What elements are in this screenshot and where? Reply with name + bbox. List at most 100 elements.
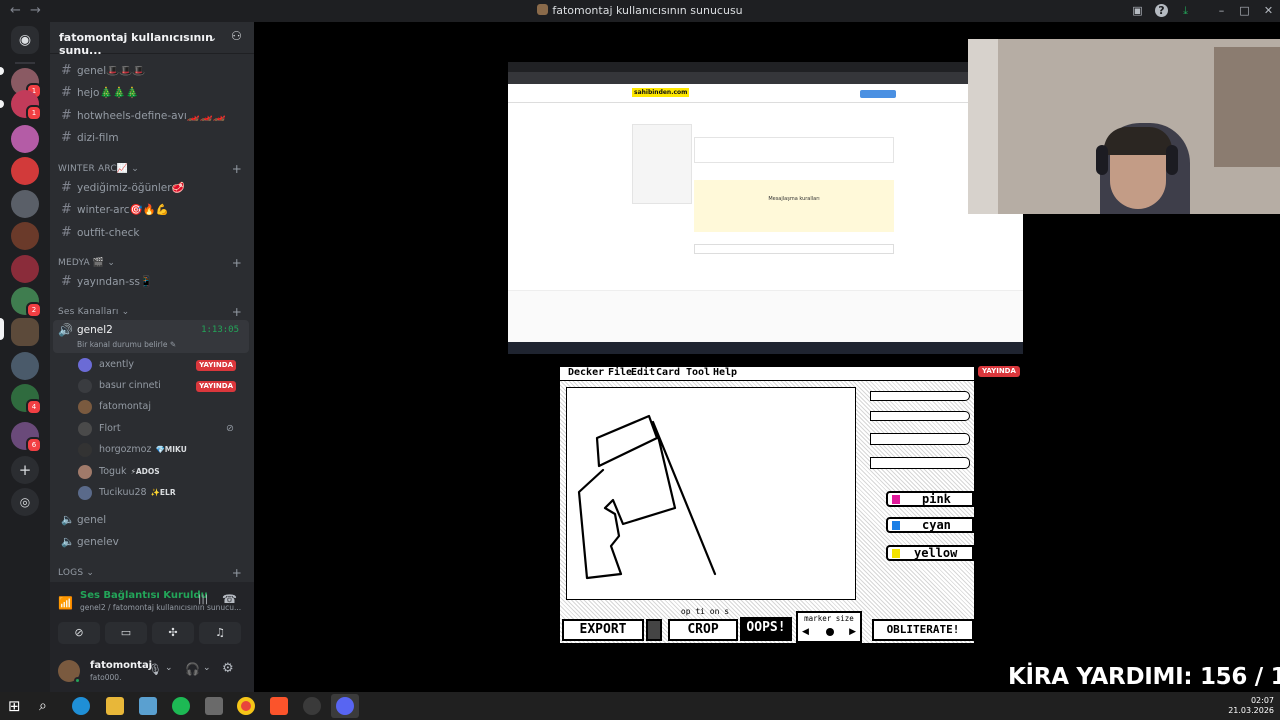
voice-user-horgozmoz[interactable]: horgozmoz 💎MIKU [78,440,246,460]
channel-yedigimiz[interactable]: # yediğimiz-öğünler🥩 [58,178,246,198]
brave-icon[interactable] [270,697,288,715]
system-clock[interactable]: 02:07 21.03.2026 [1228,696,1274,716]
chevron-down-icon[interactable]: ⌄ [203,663,211,673]
channel-yayindan-ss[interactable]: # yayından-ss📱 [58,272,246,292]
user-name[interactable]: fatomontaj [90,660,152,671]
server-icon-current[interactable] [11,318,39,346]
menu-file[interactable]: File [608,367,632,378]
pen-tool-1[interactable] [870,391,970,401]
start-icon[interactable]: ⊞ [8,697,26,715]
maximize-icon[interactable]: □ [1238,4,1251,17]
server-icon-10[interactable]: 4 [11,384,42,415]
marker-size-control[interactable]: marker size ◀ ▶ [796,611,862,643]
marker-pink[interactable]: pink [886,491,974,507]
chrome-icon[interactable] [237,697,255,715]
marker-yellow[interactable]: yellow [886,545,974,561]
voice-user-basur[interactable]: basur cinneti YAYINDA [78,376,246,396]
gear-icon[interactable]: ⚙ [222,661,234,676]
discord-home-icon[interactable]: ◉ [11,26,39,54]
server-icon-9[interactable] [11,352,39,380]
decrease-icon[interactable]: ◀ [802,627,809,637]
voice-channel-genelev[interactable]: 🔈 genelev [58,532,246,552]
screen-share-button[interactable]: ▭ [105,622,147,644]
app-icon[interactable] [139,697,157,715]
search-icon[interactable]: ⌕ [39,697,57,715]
add-channel-icon[interactable]: + [232,162,242,176]
explore-icon[interactable]: ◎ [11,488,39,516]
pen-tool-2[interactable] [870,411,970,421]
connection-detail[interactable]: genel2 / fatomontaj kullanıcısının sunuc… [80,603,241,612]
calculator-icon[interactable] [205,697,223,715]
voice-user-axently[interactable]: axently YAYINDA [78,355,246,375]
shared-screen-stream[interactable]: sahibinden.com Mesajlaşma kuralları [508,62,1023,354]
menu-help[interactable]: Help [713,367,737,378]
server-icon-4[interactable] [11,157,39,185]
pen-tool-4[interactable] [870,457,970,469]
marker-cyan[interactable]: cyan [886,517,974,533]
channel-winter-arc[interactable]: # winter-arc🎯🔥💪 [58,200,246,220]
decker-stream[interactable]: Decker File Edit Card Tool Help pink cya… [560,367,974,643]
channel-hejo[interactable]: # hejo🎄🎄🎄 [58,83,246,103]
chevron-down-icon[interactable]: ⌄ [165,663,173,673]
headphones-icon[interactable]: 🎧 [185,662,200,676]
server-icon-8[interactable]: 2 [11,287,42,318]
soundboard-button[interactable]: ♫ [199,622,241,644]
crop-button[interactable]: CROP [668,619,738,641]
live-badge[interactable]: YAYINDA [196,360,236,371]
edge-icon[interactable] [72,697,90,715]
camera-toggle-button[interactable]: ⊘ [58,622,100,644]
options-label[interactable]: op ti on s [672,607,738,619]
download-icon[interactable]: ⤓ [1179,4,1192,17]
server-header[interactable]: fatomontaj kullanıcısının sunu... ⌄ ⚇ [50,22,254,57]
category-logs[interactable]: LOGS ⌄ + [58,566,246,580]
voice-user-tucikuu28[interactable]: Tucikuu28 ✨ELR [78,483,246,503]
channel-genel[interactable]: # genel🎩🎩🎩 [58,61,246,81]
drawing-canvas[interactable] [566,387,856,600]
export-button[interactable]: EXPORT [562,619,644,641]
inbox-icon[interactable]: ▣ [1131,4,1144,17]
category-voice[interactable]: Ses Kanalları ⌄ + [58,305,246,319]
server-icon-5[interactable] [11,190,39,218]
menu-tool[interactable]: Tool [686,367,710,378]
add-channel-icon[interactable]: + [232,566,242,580]
microphone-icon[interactable]: 🎙 [148,663,162,676]
voice-user-fatomontaj[interactable]: fatomontaj [78,397,246,417]
connection-status[interactable]: Ses Bağlantısı Kuruldu [80,590,208,601]
server-icon-6[interactable] [11,222,39,250]
category-medya[interactable]: MEDYA 🎬 ⌄ + [58,256,246,270]
channel-status[interactable]: Bir kanal durumu belirle ✎ [77,340,176,349]
noise-suppression-icon[interactable]: ||| [198,594,208,605]
disconnect-icon[interactable]: ☎ [222,592,237,606]
voice-channel-genel[interactable]: 🔈 genel [58,510,246,530]
category-winter[interactable]: WINTER ARC📈 ⌄ + [58,162,246,176]
server-icon-11[interactable]: 6 [11,422,42,453]
minimize-icon[interactable]: – [1215,4,1228,17]
menu-card[interactable]: Card [656,367,680,378]
signal-icon[interactable]: 📶 [58,596,73,610]
add-server-icon[interactable]: + [11,456,39,484]
activities-button[interactable]: ✣ [152,622,194,644]
server-icon-3[interactable] [11,125,39,153]
voice-channel-genel2[interactable]: 🔊 genel2 1:13:05 Bir kanal durumu belirl… [53,320,249,353]
file-explorer-icon[interactable] [106,697,124,715]
server-icon-2[interactable]: 1 [11,90,42,121]
pen-tool-3[interactable] [870,433,970,445]
voice-user-toguk[interactable]: Toguk ⚡ADOS [78,462,246,482]
channel-outfit-check[interactable]: # outfit-check [58,223,246,243]
server-icon-7[interactable] [11,255,39,283]
menu-decker[interactable]: Decker [568,367,604,378]
discord-taskbar-active[interactable] [331,694,359,718]
channel-dizi-film[interactable]: # dizi-film [58,128,246,148]
channel-hotwheels[interactable]: # hotwheels-define-avı🏎️🏎️🏎️ [58,106,246,126]
add-channel-icon[interactable]: + [232,256,242,270]
oops-button[interactable]: OOPS! [740,617,792,641]
chevron-down-icon[interactable]: ⌄ [208,31,217,44]
trash-icon[interactable] [646,619,662,641]
webcam-stream[interactable] [968,39,1280,214]
close-icon[interactable]: ✕ [1262,4,1275,17]
add-channel-icon[interactable]: + [232,305,242,319]
live-badge[interactable]: YAYINDA [196,381,236,392]
help-icon[interactable]: ? [1155,4,1168,17]
invite-people-icon[interactable]: ⚇ [231,29,242,43]
menu-edit[interactable]: Edit [631,367,655,378]
